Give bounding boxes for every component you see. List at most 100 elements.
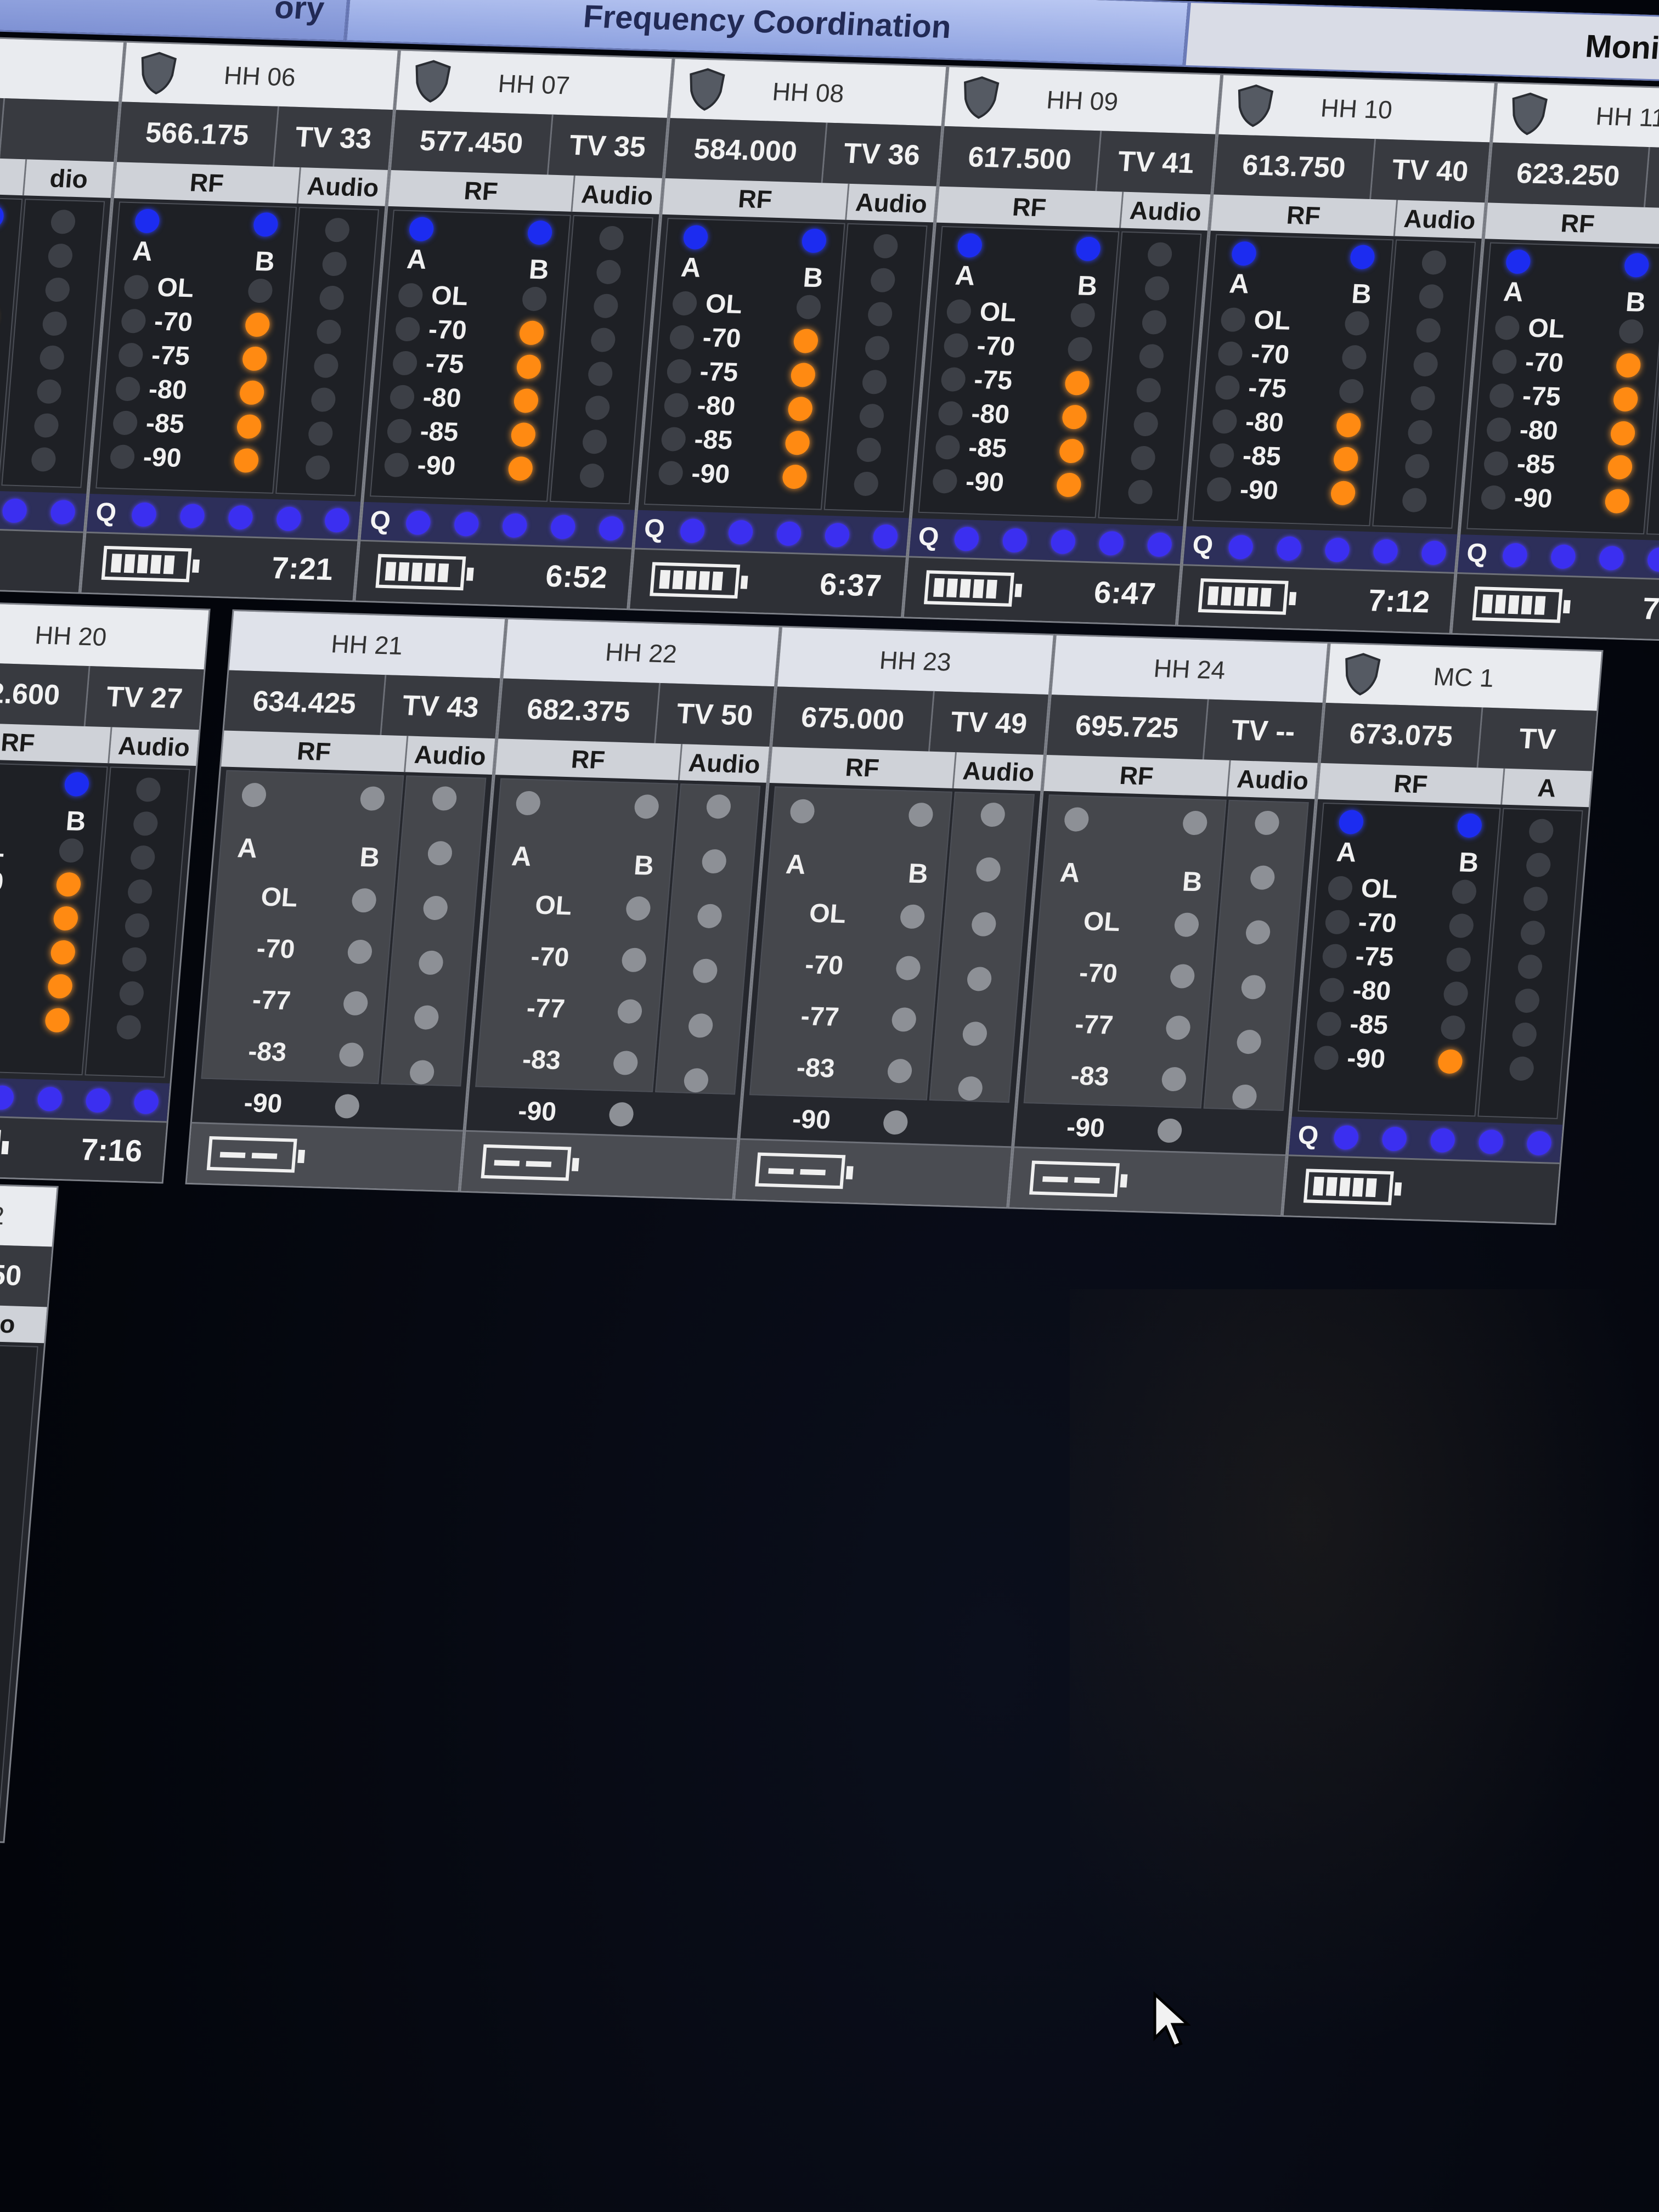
audio-label: Audio bbox=[1395, 200, 1485, 239]
audio-label: Audio bbox=[953, 752, 1043, 791]
rf-label bbox=[0, 154, 27, 196]
rf-a-led bbox=[123, 274, 150, 300]
frequency-row: 623.250TV bbox=[1488, 142, 1659, 211]
receiver-panel[interactable]: HH 08 584.000 TV 36 RF Audio A B OL -70 -75 -80 -85… bbox=[628, 57, 948, 619]
meter-scale-label: -90 bbox=[142, 442, 183, 473]
diversity-b-label: B bbox=[1076, 270, 1099, 302]
rf-a-led bbox=[120, 308, 147, 334]
audio-level-led bbox=[979, 802, 1006, 827]
audio-level-led bbox=[1528, 819, 1555, 844]
rf-level-led bbox=[784, 430, 811, 455]
receiver-panel[interactable]: HH 10 613.750 TV 40 RF Audio A B OL -70 -75 -80 -85… bbox=[1176, 73, 1497, 635]
rf-level-led bbox=[1610, 421, 1636, 446]
meter-scale-label: -85 bbox=[1242, 441, 1282, 472]
diversity-b-label: B bbox=[633, 849, 656, 881]
battery-bar bbox=[1207, 586, 1219, 606]
quality-meter: Q bbox=[0, 486, 87, 532]
meter-scale-label: OL bbox=[534, 890, 573, 921]
battery-bar bbox=[110, 554, 122, 573]
receiver-panel-spare[interactable]: Spare 2TV 50Audio bbox=[0, 1180, 59, 1843]
rf-level-led bbox=[1335, 413, 1362, 438]
audio-level-led bbox=[1235, 1029, 1262, 1054]
receiver-panel[interactable]: HH 20522.600TV 27RFAudioABOL-70-75-80-85… bbox=[0, 600, 211, 1184]
section-labels: RF Audio bbox=[936, 186, 1211, 231]
meter-scale-label: -90 bbox=[517, 1096, 558, 1127]
rf-level-led bbox=[507, 456, 534, 481]
section-labels: RF Audio bbox=[221, 730, 495, 775]
audio-level-led bbox=[1127, 479, 1154, 505]
quality-led bbox=[1098, 531, 1125, 556]
meter-scale-label: -70 bbox=[1357, 907, 1398, 938]
quality-led bbox=[1276, 536, 1302, 561]
meter-scale-label: -80 bbox=[696, 391, 737, 421]
audio-label: Audio bbox=[1228, 760, 1318, 799]
diversity-a-indicator bbox=[408, 217, 435, 242]
meter-scale-label: -83 bbox=[795, 1053, 836, 1084]
receiver-panel[interactable]: HH 24 695.725 TV -- RF Audio A B OL -70 -77 -83 -90 bbox=[1007, 634, 1329, 1217]
receiver-panel[interactable]: HH 23 675.000 TV 49 RF Audio A B OL -70 -77 -83 -90 bbox=[733, 625, 1055, 1209]
diversity-b-indicator bbox=[907, 802, 934, 827]
runtime-remaining: 7:16 bbox=[79, 1132, 144, 1169]
quality-led bbox=[453, 511, 480, 537]
audio-level-led bbox=[431, 786, 458, 811]
audio-level-led bbox=[115, 1014, 142, 1040]
receiver-panel[interactable]: HH 09 617.500 TV 41 RF Audio A B OL -70 -75 -80 -85… bbox=[902, 65, 1222, 627]
frequency-row: 673.075 TV bbox=[1321, 703, 1597, 771]
rf-meter: A B OL-70-75-80-85-90 bbox=[1466, 242, 1659, 535]
section-labels: RF Audio bbox=[1043, 754, 1318, 799]
meter-scale-label: OL bbox=[430, 281, 470, 312]
rf-level-led bbox=[334, 1093, 360, 1119]
diversity-b-indicator bbox=[1623, 252, 1650, 278]
battery-dash bbox=[494, 1160, 520, 1166]
rf-a-led bbox=[389, 385, 415, 410]
receiver-panel[interactable]: HH 22 682.375 TV 50 RF Audio A B OL -70 -77 -83 -90 bbox=[459, 617, 781, 1201]
diversity-a-label: A bbox=[131, 235, 154, 267]
receiver-panel[interactable]: HH 07 577.450 TV 35 RF Audio A B OL -70 -75 -80 -85… bbox=[354, 49, 674, 611]
battery-bar bbox=[1508, 595, 1520, 614]
meter-scale-label: -75 bbox=[698, 357, 740, 387]
diversity-a-label: A bbox=[1059, 856, 1081, 888]
rf-level-led bbox=[1056, 472, 1082, 498]
battery-bar bbox=[1521, 595, 1533, 615]
rf-level-led bbox=[247, 278, 274, 303]
section-labels: RF Audio bbox=[388, 170, 662, 215]
quality-led bbox=[1646, 547, 1659, 572]
battery-icon bbox=[1472, 586, 1563, 623]
battery-bar bbox=[973, 579, 984, 599]
section-labels: RF Audio bbox=[1210, 194, 1485, 239]
meter-scale-label: -90 bbox=[242, 1088, 284, 1119]
meter-scale-label: -90 bbox=[1513, 483, 1554, 514]
diversity-a-label: A bbox=[785, 848, 807, 880]
receiver-panel[interactable]: HH 06 566.175 TV 33 RF Audio A B OL -70 -75 -80 -85… bbox=[80, 41, 400, 602]
spare-name: Spare 2 bbox=[0, 1182, 57, 1249]
rf-a-led bbox=[1483, 451, 1509, 476]
status-footer: 7:21 bbox=[81, 531, 358, 601]
rf-a-led bbox=[115, 376, 142, 402]
audio-level-led bbox=[44, 277, 71, 302]
quality-label: Q bbox=[94, 498, 118, 528]
tv-channel: TV 50 bbox=[655, 683, 775, 747]
meter-scale-label: OL bbox=[1527, 313, 1566, 344]
receiver-panel[interactable]: MC 1 673.075 TV RF A A B OL -70 -75 -80 -85 -90 Q bbox=[1282, 642, 1604, 1225]
rf-level-led bbox=[795, 295, 822, 320]
meter-scale-label: OL bbox=[1359, 874, 1399, 904]
diversity-b-label: B bbox=[907, 857, 929, 889]
frequency-value: 566.175 bbox=[117, 101, 279, 167]
audio-level-led bbox=[1245, 919, 1271, 945]
meter-scale-label: -77 bbox=[525, 994, 566, 1024]
tab-monitor[interactable]: Monito bbox=[1184, 1, 1659, 83]
tv-channel bbox=[0, 98, 119, 162]
rf-label: RF bbox=[495, 738, 683, 781]
battery-bar bbox=[1233, 587, 1245, 606]
audio-level-led bbox=[1130, 445, 1156, 471]
audio-level-led bbox=[33, 413, 60, 438]
battery-icon bbox=[375, 554, 466, 591]
meter-scale-label: -80 bbox=[970, 399, 1011, 430]
diversity-a-indicator bbox=[956, 233, 983, 258]
audio-level-led bbox=[957, 1076, 984, 1101]
diversity-a-label: A bbox=[236, 832, 259, 864]
tab-history[interactable]: ory bbox=[0, 0, 351, 42]
receiver-panel[interactable]: HH 21 634.425 TV 43 RF Audio A B OL -70 -77 -83 -90 bbox=[185, 609, 507, 1193]
rf-level-led bbox=[1604, 488, 1630, 514]
tv-channel: TV 49 bbox=[929, 691, 1048, 755]
